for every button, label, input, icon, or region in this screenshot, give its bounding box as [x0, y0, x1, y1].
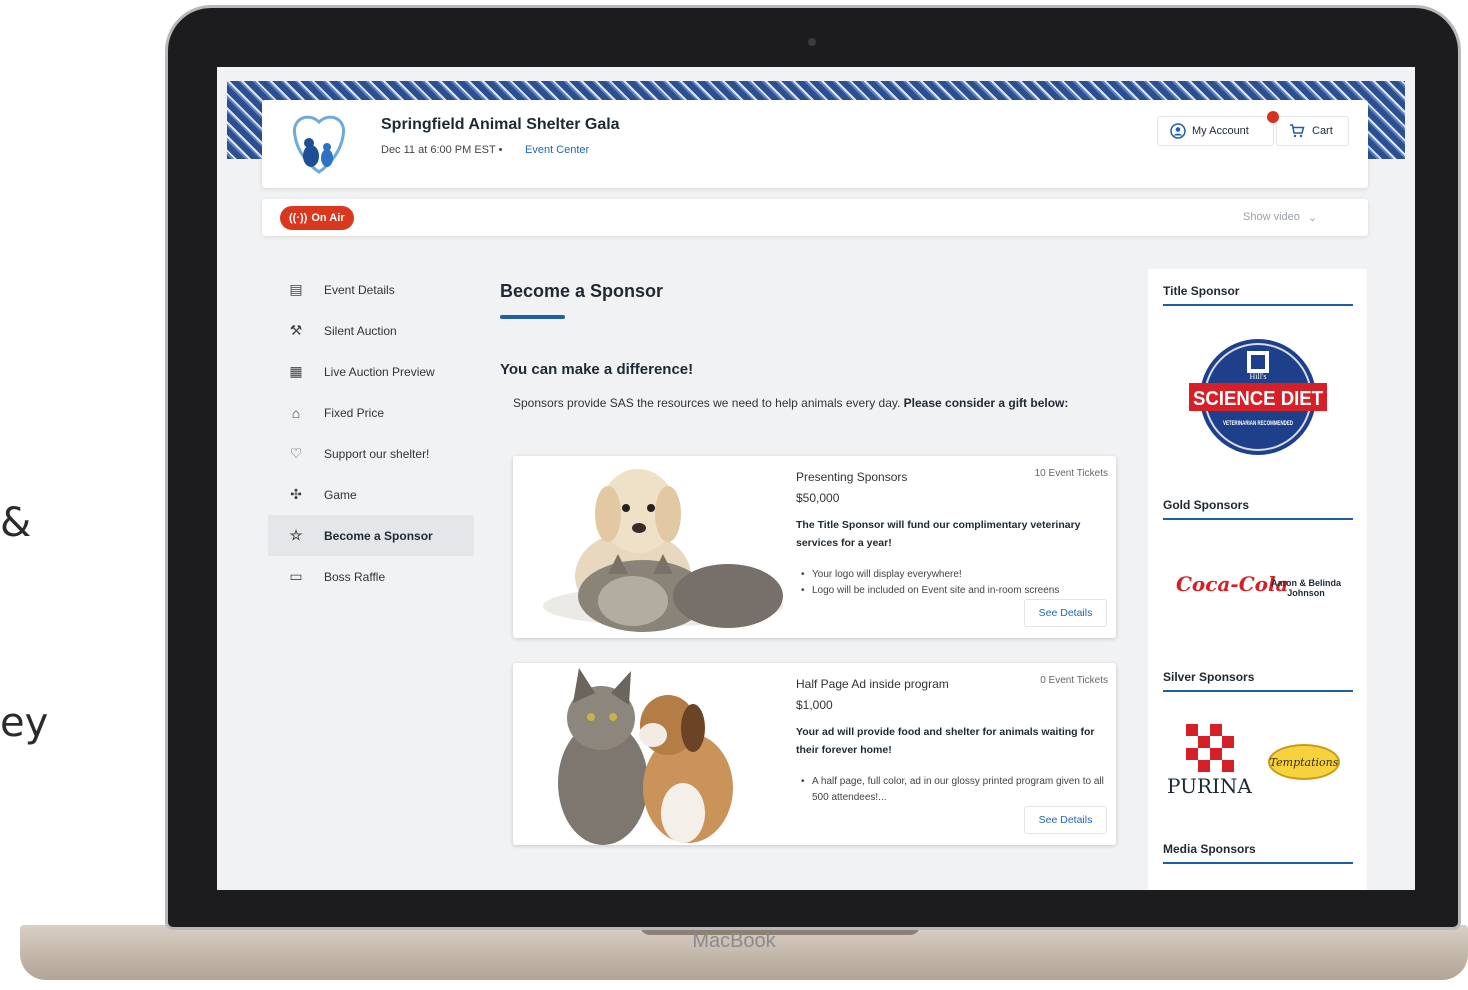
- show-video-label: Show video: [1243, 211, 1300, 223]
- section-subheading: You can make a difference!: [500, 361, 694, 378]
- event-header: Springfield Animal Shelter Gala Dec 11 a…: [262, 100, 1368, 188]
- my-account-button[interactable]: My Account: [1157, 116, 1274, 146]
- nav-item-become-sponsor[interactable]: ☆ Become a Sponsor: [268, 515, 474, 556]
- cart-icon: [1290, 124, 1305, 138]
- event-center-link[interactable]: Event Center: [525, 144, 589, 156]
- nav-item-event-details[interactable]: ▤ Event Details: [268, 269, 474, 310]
- star-icon: ☆: [289, 527, 303, 543]
- nav-item-support-shelter[interactable]: ♡ Support our shelter!: [268, 433, 474, 474]
- marketing-stage: & ey MacBook Springfield Animal Shelter …: [0, 0, 1468, 990]
- nav-item-game[interactable]: ✣ Game: [268, 474, 474, 515]
- laptop-brand: MacBook: [692, 930, 776, 952]
- cart-notification-dot: [1267, 111, 1279, 123]
- science-diet-text: SCIENCE DIET: [1193, 388, 1323, 410]
- title-underline: [500, 315, 565, 319]
- nav-item-label: Become a Sponsor: [324, 528, 433, 543]
- show-video-toggle[interactable]: Show video ⌄: [1243, 211, 1317, 224]
- sponsors-panel: Title Sponsor Hill's SCIENCE DIET VETERI…: [1148, 269, 1367, 890]
- intro-text: Sponsors provide SAS the resources we ne…: [513, 396, 1103, 410]
- silver-sponsors-heading: Silver Sponsors: [1163, 670, 1353, 692]
- puzzle-icon: ✣: [290, 486, 302, 502]
- sponsor-price: $50,000: [796, 491, 840, 505]
- media-sponsors-heading: Media Sponsors: [1163, 842, 1353, 864]
- cropped-text-ampersand: &: [0, 500, 32, 546]
- shelter-logo-icon: [292, 115, 346, 174]
- sponsor-description: Your ad will provide food and shelter fo…: [796, 726, 1095, 757]
- intro-bold: Please consider a gift below:: [903, 396, 1069, 410]
- broadcast-bar: ((·)) On Air Show video ⌄: [262, 199, 1368, 236]
- my-account-label: My Account: [1192, 125, 1249, 137]
- kitten-puppy-image: [513, 663, 788, 845]
- broadcast-icon: ((·)): [289, 212, 308, 224]
- temptations-logo: Temptations: [1268, 744, 1340, 780]
- nav-item-label: Fixed Price: [324, 405, 385, 420]
- see-details-button[interactable]: See Details: [1024, 599, 1107, 627]
- calendar-icon: ▤: [289, 281, 303, 297]
- sponsor-card: Half Page Ad inside program 0 Event Tick…: [513, 663, 1116, 845]
- benefit-item: A half page, full color, ad in our gloss…: [796, 774, 1108, 805]
- benefit-list: Your logo will display everywhere! Logo …: [796, 567, 1108, 598]
- preview-icon: ▦: [289, 363, 303, 379]
- ticket-count: 0 Event Tickets: [1040, 675, 1108, 686]
- nav-item-label: Game: [324, 487, 357, 502]
- vet-recommended-text: VETERINARIAN RECOMMENDED: [1223, 420, 1293, 427]
- chevron-down-icon: ⌄: [1307, 212, 1318, 224]
- gold-sponsors-heading: Gold Sponsors: [1163, 498, 1353, 520]
- nav-item-live-auction-preview[interactable]: ▦ Live Auction Preview: [268, 351, 474, 392]
- nav-item-label: Support our shelter!: [324, 446, 430, 461]
- johnson-logo: Aaron & Belinda Johnson: [1270, 578, 1341, 598]
- benefit-item: Logo will be included on Event site and …: [796, 583, 1108, 599]
- science-diet-logo: Hill's SCIENCE DIET VETERINARIAN RECOMME…: [1189, 339, 1327, 455]
- nav-item-label: Silent Auction: [324, 323, 397, 338]
- benefit-item: Your logo will display everywhere!: [796, 567, 1108, 583]
- sponsor-level-name: Presenting Sponsors: [796, 470, 908, 484]
- puppy-kitten-image: [513, 456, 788, 638]
- benefit-list: A half page, full color, ad in our gloss…: [796, 774, 1108, 805]
- ticket-icon: ▭: [289, 568, 303, 584]
- ticket-count: 10 Event Tickets: [1034, 468, 1108, 479]
- app-screen: Springfield Animal Shelter Gala Dec 11 a…: [217, 67, 1415, 890]
- nav-item-label: Boss Raffle: [324, 569, 386, 584]
- cart-button[interactable]: Cart: [1276, 116, 1349, 146]
- cart-label: Cart: [1312, 125, 1333, 137]
- cropped-text-ey: ey: [0, 700, 49, 746]
- purina-wordmark: PURINA: [1167, 774, 1252, 798]
- see-details-button[interactable]: See Details: [1024, 806, 1107, 834]
- page-title: Become a Sponsor: [500, 281, 664, 301]
- account-icon: [1170, 123, 1186, 139]
- on-air-label: On Air: [311, 212, 345, 224]
- nav-item-boss-raffle[interactable]: ▭ Boss Raffle: [268, 556, 474, 597]
- sidebar-nav: ▤ Event Details ⚒ Silent Auction ▦ Live …: [268, 269, 474, 597]
- event-title: Springfield Animal Shelter Gala: [381, 116, 620, 133]
- camera-icon: [808, 38, 816, 46]
- nav-item-silent-auction[interactable]: ⚒ Silent Auction: [268, 310, 474, 351]
- event-date: Dec 11 at 6:00 PM EST •: [381, 144, 503, 156]
- sponsor-level-name: Half Page Ad inside program: [796, 677, 949, 691]
- sponsor-price: $1,000: [796, 698, 833, 712]
- title-sponsor-heading: Title Sponsor: [1163, 284, 1353, 306]
- nav-item-label: Live Auction Preview: [324, 364, 435, 379]
- intro-plain: Sponsors provide SAS the resources we ne…: [513, 396, 904, 410]
- gavel-icon: ⚒: [289, 322, 303, 338]
- donate-hand-icon: ♡: [289, 445, 303, 461]
- purina-checkerboard-logo: [1186, 724, 1234, 772]
- tag-icon: ⌂: [291, 404, 301, 421]
- nav-item-label: Event Details: [324, 282, 395, 297]
- sponsor-card: Presenting Sponsors 10 Event Tickets $50…: [513, 456, 1116, 638]
- sponsor-description: The Title Sponsor will fund our complime…: [796, 519, 1081, 550]
- hills-text: Hill's: [1250, 372, 1267, 381]
- nav-item-fixed-price[interactable]: ⌂ Fixed Price: [268, 392, 474, 433]
- on-air-badge: ((·)) On Air: [280, 206, 354, 230]
